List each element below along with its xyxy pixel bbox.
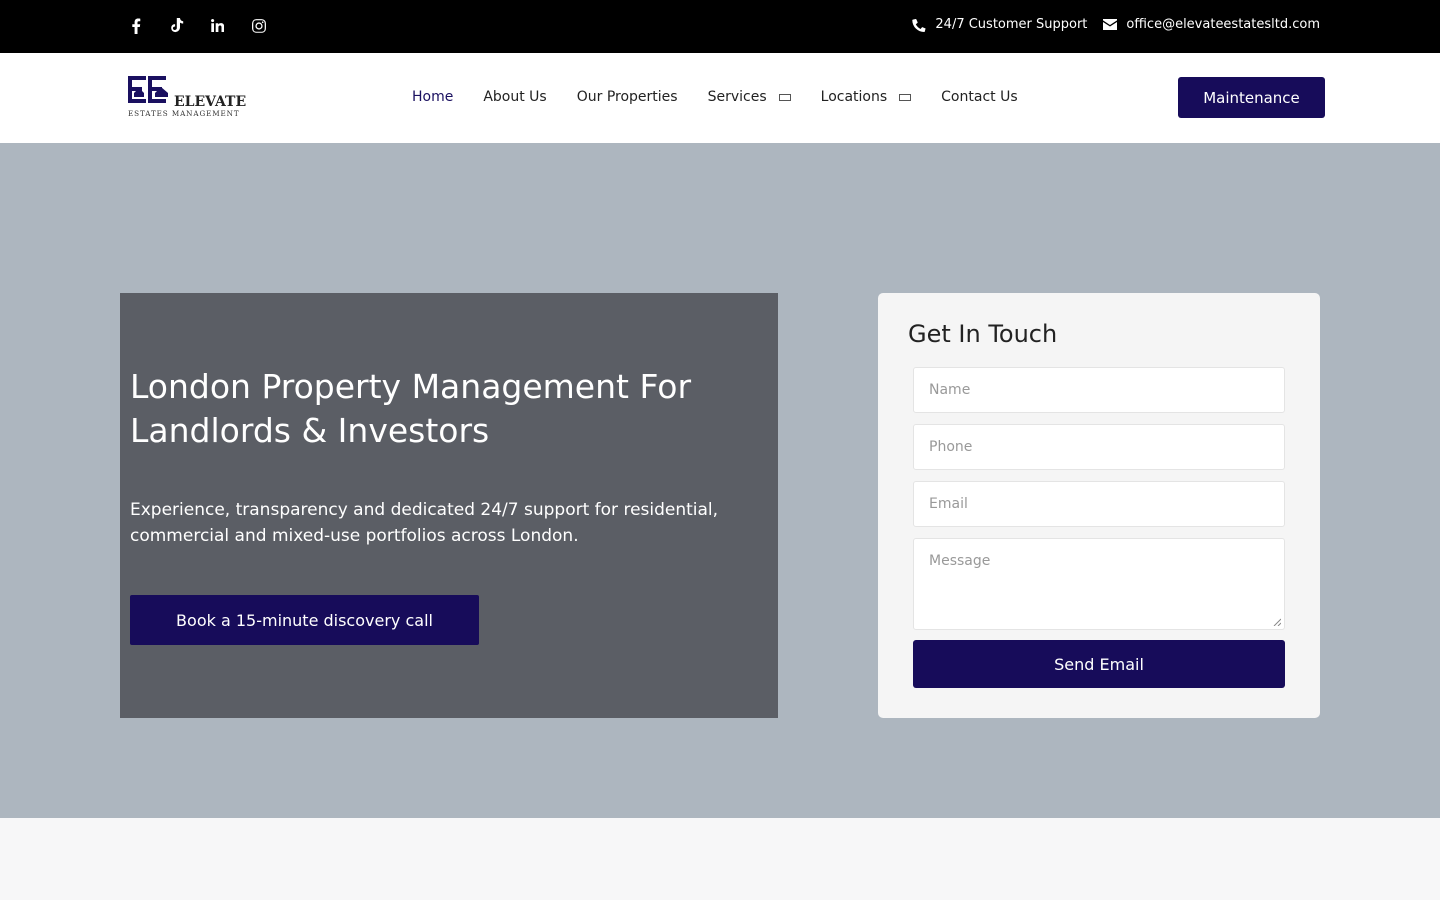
support-item[interactable]: 24/7 Customer Support [912, 17, 1087, 32]
logo[interactable]: ELEVATE ESTATES MANAGEMENT [128, 76, 250, 120]
name-placeholder: Name [929, 382, 971, 398]
nav-home-label: Home [412, 89, 454, 105]
nav-contact[interactable]: Contact Us [941, 89, 1017, 105]
linkedin-icon[interactable] [208, 16, 227, 35]
main-header: ELEVATE ESTATES MANAGEMENT Home About Us… [0, 53, 1440, 143]
nav-services[interactable]: Services [708, 89, 791, 105]
nav-contact-label: Contact Us [941, 89, 1018, 105]
nav-properties-label: Our Properties [576, 89, 678, 105]
nav-home[interactable]: Home [412, 89, 453, 105]
email-item[interactable]: office@elevateestatesltd.com [1103, 17, 1320, 32]
phone-field[interactable]: Phone [913, 424, 1285, 470]
facebook-icon[interactable] [126, 16, 145, 35]
message-placeholder: Message [929, 553, 991, 569]
tiktok-icon[interactable] [167, 16, 186, 35]
dropdown-icon [899, 93, 912, 101]
nav-properties[interactable]: Our Properties [577, 89, 678, 105]
email-placeholder: Email [929, 496, 968, 512]
instagram-icon[interactable] [249, 16, 268, 35]
hero-panel: London Property Management For Landlords… [120, 293, 778, 718]
top-bar: 24/7 Customer Support office@elevateesta… [0, 0, 1440, 53]
hero-section: London Property Management For Landlords… [0, 143, 1440, 818]
support-label: 24/7 Customer Support [935, 17, 1088, 32]
phone-placeholder: Phone [929, 439, 973, 455]
phone-icon [912, 18, 927, 32]
contact-info: 24/7 Customer Support office@elevateesta… [912, 17, 1320, 32]
discovery-call-button[interactable]: Book a 15-minute discovery call [130, 595, 479, 645]
dropdown-icon [778, 93, 791, 101]
resize-handle-icon[interactable] [1273, 618, 1281, 626]
envelope-icon [1103, 19, 1118, 30]
hero-title: London Property Management For Landlords… [130, 367, 692, 450]
nav-about-label: About Us [483, 89, 547, 105]
send-email-button[interactable]: Send Email [913, 640, 1285, 688]
logo-text: ELEVATE [174, 94, 246, 110]
nav-locations-label: Locations [820, 89, 888, 105]
social-links [126, 16, 268, 35]
nav-services-label: Services [707, 89, 767, 105]
email-label: office@elevateestatesltd.com [1126, 17, 1320, 32]
nav-locations[interactable]: Locations [821, 89, 912, 105]
email-field[interactable]: Email [913, 481, 1285, 527]
message-field[interactable]: Message [913, 538, 1285, 630]
logo-subtext: ESTATES MANAGEMENT [128, 109, 240, 118]
nav-about[interactable]: About Us [483, 89, 546, 105]
contact-form-card: Get In Touch Name Phone Email Message Se… [878, 293, 1320, 718]
hero-description: Experience, transparency and dedicated 2… [130, 500, 719, 546]
form-title: Get In Touch [908, 320, 1058, 348]
maintenance-button[interactable]: Maintenance [1178, 77, 1325, 118]
main-nav: Home About Us Our Properties Services Lo… [412, 89, 1048, 105]
name-field[interactable]: Name [913, 367, 1285, 413]
